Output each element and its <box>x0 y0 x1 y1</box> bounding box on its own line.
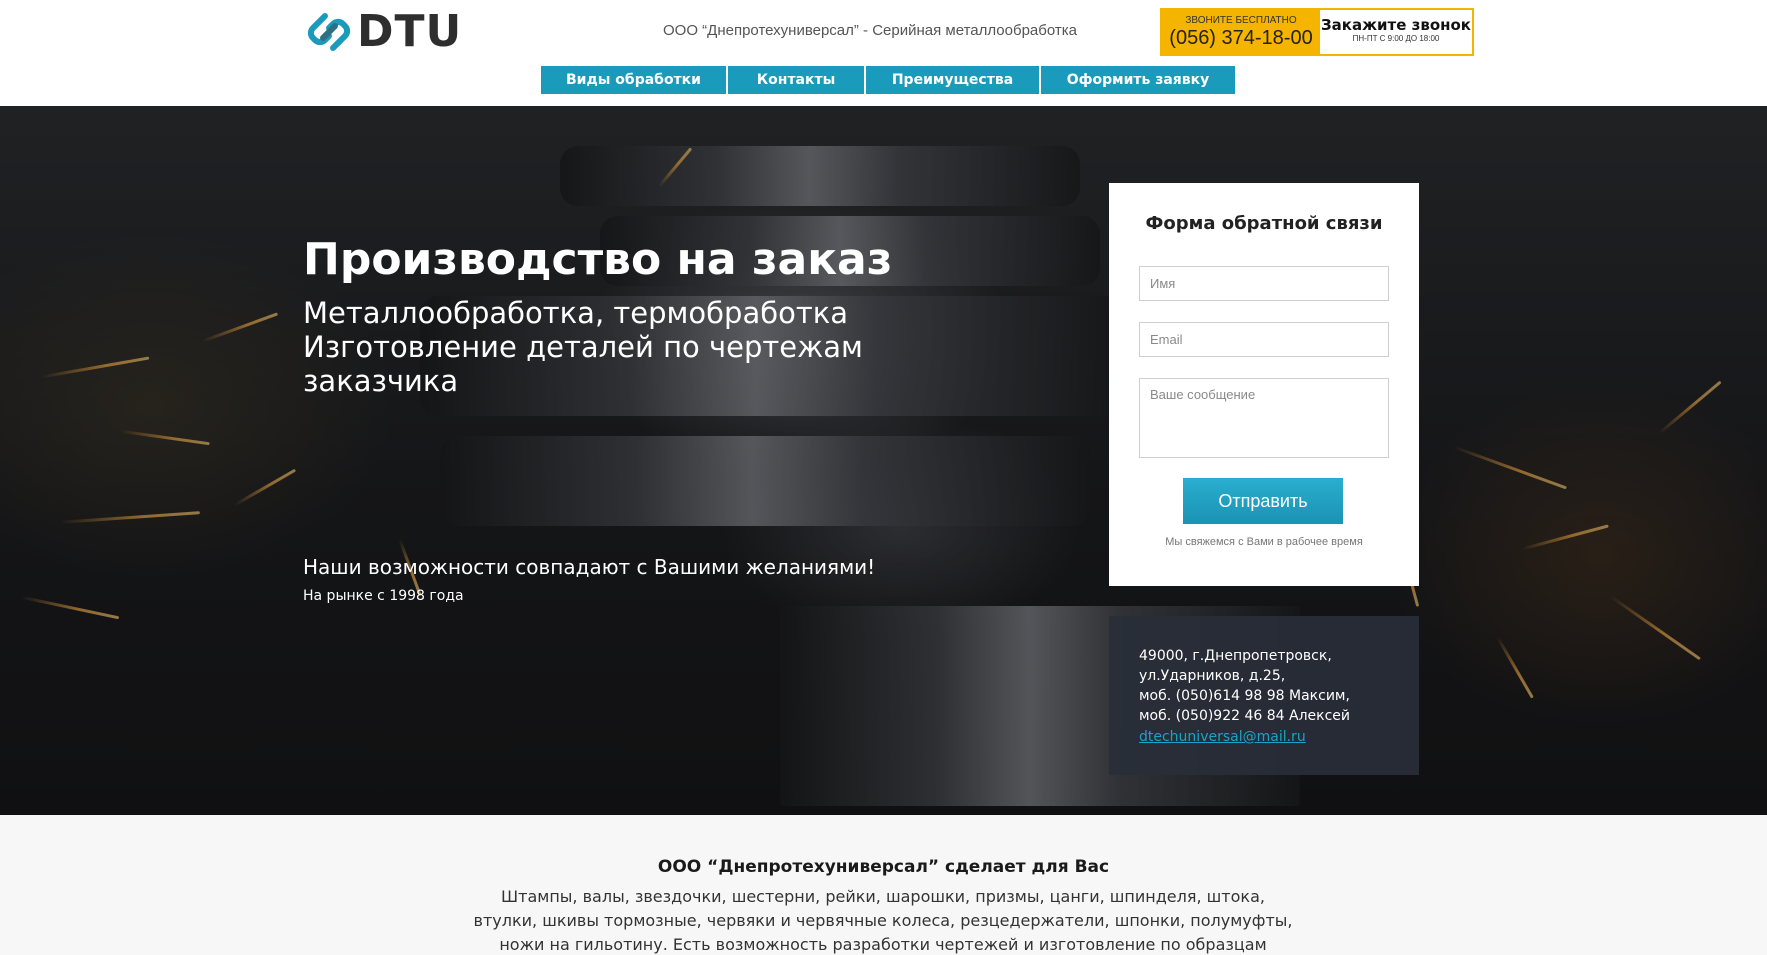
address-line: 49000, г.Днепропетровск, <box>1139 648 1332 664</box>
contact-card: 49000, г.Днепропетровск, ул.Ударников, д… <box>1109 616 1419 775</box>
email-input[interactable] <box>1139 322 1389 357</box>
site-header: DTU ООО “Днепротехуниверсал” - Серийная … <box>0 0 1767 106</box>
name-input[interactable] <box>1139 266 1389 301</box>
about-title: ООО “Днепротехуниверсал” сделает для Вас <box>657 857 1110 877</box>
order-call-label: Закажите звонок <box>1321 16 1471 34</box>
hero-section: Производство на заказ Металлообработка, … <box>0 106 1767 815</box>
address-line: ул.Ударников, д.25, <box>1139 668 1286 684</box>
message-textarea[interactable] <box>1139 378 1389 458</box>
hero-subtitle: Металлообработка, термобработка Изготовл… <box>303 296 863 398</box>
hero-slogan: Наши возможности совпадают с Вашими жела… <box>303 555 876 579</box>
tagline: ООО “Днепротехуниверсал” - Серийная мета… <box>663 22 1077 39</box>
nav-item-advantages[interactable]: Преимущества <box>866 66 1041 94</box>
feedback-form: Форма обратной связи Отправить Мы свяжем… <box>1109 183 1419 586</box>
hero-subtitle-line: Металлообработка, термобработка <box>303 296 849 330</box>
main-nav: Виды обработки Контакты Преимущества Офо… <box>541 66 1235 94</box>
hero-since: На рынке с 1998 года <box>303 588 464 604</box>
phone-line: моб. (050)922 46 84 Алексей <box>1139 708 1351 724</box>
phone-line: моб. (050)614 98 98 Максим, <box>1139 688 1350 704</box>
logo-text: DTU <box>357 6 463 57</box>
form-note: Мы свяжемся с Вами в рабочее время <box>1165 536 1363 548</box>
hero-subtitle-line: заказчика <box>303 364 459 398</box>
call-box[interactable]: ЗВОНИТЕ БЕСПЛАТНО (056) 374-18-00 Закажи… <box>1160 8 1474 56</box>
about-section: ООО “Днепротехуниверсал” сделает для Вас… <box>0 815 1767 955</box>
submit-button[interactable]: Отправить <box>1183 478 1343 524</box>
nav-item-contacts[interactable]: Контакты <box>728 66 866 94</box>
order-call-button[interactable]: Закажите звонок ПН-ПТ С 9:00 ДО 18:00 <box>1320 10 1472 54</box>
email-link[interactable]: dtechuniversal@mail.ru <box>1139 729 1306 745</box>
free-call-label: ЗВОНИТЕ БЕСПЛАТНО <box>1185 15 1297 26</box>
about-text: Штампы, валы, звездочки, шестерни, рейки… <box>473 887 1293 954</box>
nav-item-processing-types[interactable]: Виды обработки <box>541 66 728 94</box>
hero-overlay <box>0 106 1767 815</box>
form-title: Форма обратной связи <box>1145 213 1383 234</box>
hero-title: Производство на заказ <box>303 234 893 285</box>
phone-number[interactable]: (056) 374-18-00 <box>1162 26 1320 50</box>
chain-link-icon <box>305 8 353 56</box>
phone-block[interactable]: ЗВОНИТЕ БЕСПЛАТНО (056) 374-18-00 <box>1162 10 1320 54</box>
hero-subtitle-line: Изготовление деталей по чертежам <box>303 330 863 364</box>
logo[interactable]: DTU <box>305 8 462 56</box>
working-hours: ПН-ПТ С 9:00 ДО 18:00 <box>1352 34 1440 43</box>
nav-item-order[interactable]: Оформить заявку <box>1041 66 1235 94</box>
